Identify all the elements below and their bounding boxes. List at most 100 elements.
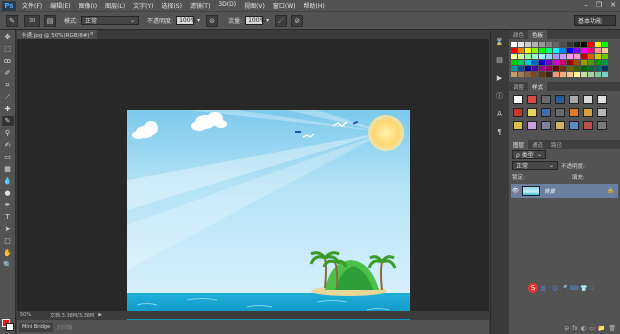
swatch-cell[interactable] [595, 60, 601, 65]
swatch-cell[interactable] [602, 72, 608, 77]
ime-emoji-icon[interactable]: ☺ [552, 285, 558, 292]
swatch-cell[interactable] [581, 48, 587, 53]
ime-tools-icon[interactable]: ⁝⁝ [590, 285, 594, 292]
swatch-cell[interactable] [511, 54, 517, 59]
swatch-cell[interactable] [574, 42, 580, 47]
menu-file[interactable]: 文件(F) [22, 1, 42, 10]
swatches-grid[interactable] [509, 39, 620, 80]
swatch-cell[interactable] [539, 72, 545, 77]
swatch-cell[interactable] [553, 72, 559, 77]
swatch-cell[interactable] [511, 60, 517, 65]
swatch-cell[interactable] [539, 48, 545, 53]
mode-select[interactable]: 正常 ⌄ [81, 16, 140, 25]
blend-mode-select[interactable]: 正常 ⌄ [512, 161, 558, 170]
paragraph-panel-icon[interactable]: ¶ [494, 126, 506, 138]
eyedropper-tool-icon[interactable]: ⟋ [2, 92, 14, 102]
swatch-cell[interactable] [588, 54, 594, 59]
brush-size-picker[interactable]: 30 [24, 14, 40, 27]
swatch-cell[interactable] [567, 60, 573, 65]
swatch-cell[interactable] [525, 72, 531, 77]
tab-color[interactable]: 颜色 [509, 31, 528, 39]
style-cell[interactable] [555, 108, 565, 117]
swatch-cell[interactable] [518, 60, 524, 65]
swatch-cell[interactable] [574, 48, 580, 53]
style-cell[interactable] [569, 95, 579, 104]
menu-3d[interactable]: 3D(D) [218, 1, 236, 10]
link-layers-icon[interactable]: ⊖ [564, 325, 569, 332]
swatch-cell[interactable] [560, 54, 566, 59]
swatch-cell[interactable] [574, 54, 580, 59]
swatch-cell[interactable] [511, 42, 517, 47]
swatch-cell[interactable] [539, 42, 545, 47]
swatch-cell[interactable] [518, 66, 524, 71]
info-panel-icon[interactable]: ⓘ [494, 90, 506, 102]
swatch-cell[interactable] [553, 54, 559, 59]
style-cell[interactable] [541, 95, 551, 104]
tab-layers[interactable]: 图层 [509, 140, 529, 149]
brush-tool-preset-icon[interactable]: ✎ [6, 14, 18, 27]
lasso-tool-icon[interactable]: ꝏ [2, 56, 14, 66]
properties-panel-icon[interactable]: ▤ [494, 54, 506, 66]
swatch-cell[interactable] [560, 42, 566, 47]
swatch-cell[interactable] [525, 60, 531, 65]
swatch-cell[interactable] [567, 48, 573, 53]
swatch-cell[interactable] [532, 60, 538, 65]
path-select-tool-icon[interactable]: ➤ [2, 224, 14, 234]
swatch-cell[interactable] [546, 48, 552, 53]
swatch-cell[interactable] [546, 66, 552, 71]
style-cell[interactable] [569, 121, 579, 130]
swatch-cell[interactable] [511, 48, 517, 53]
opacity-dropdown-icon[interactable]: ▾ [197, 17, 200, 24]
styles-grid[interactable] [509, 91, 620, 134]
style-cell[interactable] [583, 121, 593, 130]
style-cell[interactable] [569, 108, 579, 117]
menu-window[interactable]: 窗口(W) [273, 1, 296, 10]
flow-dropdown-icon[interactable]: ▾ [266, 17, 269, 24]
swatch-cell[interactable] [595, 54, 601, 59]
swatch-cell[interactable] [546, 42, 552, 47]
eraser-tool-icon[interactable]: ▭ [2, 152, 14, 162]
swatch-cell[interactable] [602, 60, 608, 65]
pressure-size-icon[interactable]: ⊘ [291, 14, 304, 27]
swatch-cell[interactable] [567, 66, 573, 71]
swatch-cell[interactable] [595, 48, 601, 53]
swatch-cell[interactable] [567, 54, 573, 59]
swatch-cell[interactable] [546, 72, 552, 77]
style-cell[interactable] [527, 95, 537, 104]
swatch-cell[interactable] [588, 48, 594, 53]
add-mask-icon[interactable]: ◐ [581, 325, 586, 332]
type-tool-icon[interactable]: T [2, 212, 14, 222]
swatch-cell[interactable] [602, 54, 608, 59]
shape-tool-icon[interactable]: ▢ [2, 236, 14, 246]
character-panel-icon[interactable]: A [494, 108, 506, 120]
style-cell[interactable] [555, 95, 565, 104]
swatch-cell[interactable] [588, 42, 594, 47]
ime-voice-icon[interactable]: 🎤 [560, 285, 567, 292]
style-cell[interactable] [583, 95, 593, 104]
menu-layer[interactable]: 图层(L) [105, 1, 125, 10]
style-cell[interactable] [527, 121, 537, 130]
marquee-tool-icon[interactable]: ⬚ [2, 44, 14, 54]
style-cell[interactable] [541, 108, 551, 117]
swatch-cell[interactable] [574, 72, 580, 77]
tab-paths[interactable]: 路径 [547, 141, 566, 149]
menu-view[interactable]: 视图(V) [244, 1, 265, 10]
style-cell[interactable] [597, 121, 607, 130]
swatch-cell[interactable] [567, 72, 573, 77]
swatch-cell[interactable] [560, 60, 566, 65]
tab-styles[interactable]: 样式 [528, 82, 548, 91]
swatch-cell[interactable] [553, 48, 559, 53]
tab-channels[interactable]: 通道 [528, 141, 547, 149]
history-brush-tool-icon[interactable]: ✍ [2, 140, 14, 150]
close-button[interactable]: ✕ [610, 1, 616, 9]
opacity-field[interactable]: 100% [176, 16, 196, 25]
menu-image[interactable]: 图像(I) [79, 1, 97, 10]
crop-tool-icon[interactable]: ⌗ [2, 80, 14, 90]
swatch-cell[interactable] [567, 42, 573, 47]
style-cell[interactable] [597, 108, 607, 117]
layer-row-background[interactable]: 👁 背景 🔒 [511, 184, 618, 198]
style-cell[interactable] [541, 121, 551, 130]
style-cell[interactable] [555, 121, 565, 130]
swatch-cell[interactable] [602, 48, 608, 53]
layer-kind-filter[interactable]: ρ 类型 ⌄ [512, 150, 546, 159]
